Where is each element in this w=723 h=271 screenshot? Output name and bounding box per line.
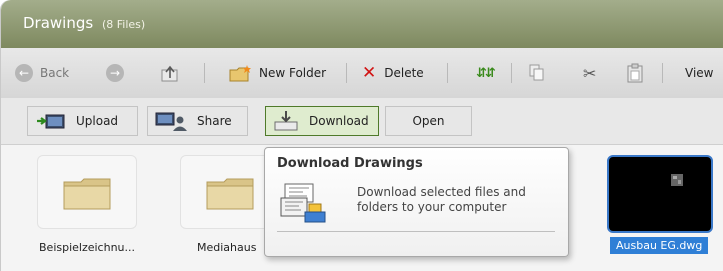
window-title: Drawings (8 Files) xyxy=(23,14,145,32)
new-folder-label: New Folder xyxy=(259,66,327,80)
paste-icon xyxy=(627,63,643,83)
paste-button[interactable] xyxy=(627,48,643,98)
tooltip-description: Download selected files and folders to y… xyxy=(357,185,526,214)
drawing-preview-icon xyxy=(671,174,683,186)
window-title-text: Drawings xyxy=(23,14,94,32)
file-browser-window: Drawings (8 Files) ← Back → New Folder ✕… xyxy=(0,0,723,271)
toolbar: ← Back → New Folder ✕ Delete ⇵⇵ ✂ View xyxy=(1,48,723,99)
share-icon xyxy=(155,112,187,131)
tooltip-divider xyxy=(277,231,555,232)
toolbar-separator xyxy=(204,63,205,83)
forward-arrow-icon: → xyxy=(106,64,124,82)
share-button[interactable]: Share xyxy=(147,106,248,136)
file-count: (8 Files) xyxy=(101,18,146,31)
refresh-arrows-icon: ⇵⇵ xyxy=(476,65,496,81)
view-label: View xyxy=(685,66,714,80)
open-label: Open xyxy=(412,114,445,128)
back-button[interactable]: ← Back xyxy=(15,48,69,98)
scissors-icon: ✂ xyxy=(583,63,597,83)
share-label: Share xyxy=(197,114,232,128)
copy-button[interactable] xyxy=(529,48,545,98)
delete-button[interactable]: ✕ Delete xyxy=(362,48,424,98)
toolbar-separator xyxy=(511,63,512,83)
cut-button[interactable]: ✂ xyxy=(583,48,596,98)
upload-button[interactable]: Upload xyxy=(27,106,138,136)
forward-button[interactable]: → xyxy=(106,48,124,98)
open-button[interactable]: Open xyxy=(385,106,472,136)
file-name: Beispielzeichnu... xyxy=(39,241,136,254)
tooltip-title: Download Drawings xyxy=(277,156,423,171)
back-label: Back xyxy=(40,66,70,80)
upload-label: Upload xyxy=(76,114,119,128)
file-name: Mediahaus xyxy=(197,241,257,254)
title-bar: Drawings (8 Files) xyxy=(1,0,723,48)
download-label: Download xyxy=(309,114,369,128)
new-folder-button[interactable]: New Folder xyxy=(228,48,326,98)
download-icon xyxy=(274,111,298,131)
download-drawings-icon xyxy=(280,183,326,223)
folder-item[interactable] xyxy=(37,155,137,229)
toolbar-separator xyxy=(346,63,347,83)
action-bar: Upload Share Download Open xyxy=(1,98,723,145)
back-arrow-icon: ← xyxy=(15,64,33,82)
download-button[interactable]: Download xyxy=(265,106,379,136)
folder-icon xyxy=(206,178,254,210)
delete-x-icon: ✕ xyxy=(362,63,377,83)
toolbar-separator xyxy=(447,63,448,83)
view-button[interactable]: View xyxy=(685,48,713,98)
new-folder-icon xyxy=(229,65,251,82)
folder-icon xyxy=(63,178,111,210)
download-tooltip: Download Drawings Download selected file… xyxy=(264,147,569,257)
toolbar-separator xyxy=(662,63,663,83)
delete-label: Delete xyxy=(384,66,424,80)
dwg-file-thumbnail[interactable] xyxy=(607,155,713,233)
up-folder-button[interactable] xyxy=(161,48,181,98)
selected-file-name: Ausbau EG.dwg xyxy=(610,237,709,254)
copy-icon xyxy=(529,64,544,81)
up-folder-icon xyxy=(161,65,178,82)
upload-icon xyxy=(37,114,65,129)
refresh-button[interactable]: ⇵⇵ xyxy=(476,48,496,98)
